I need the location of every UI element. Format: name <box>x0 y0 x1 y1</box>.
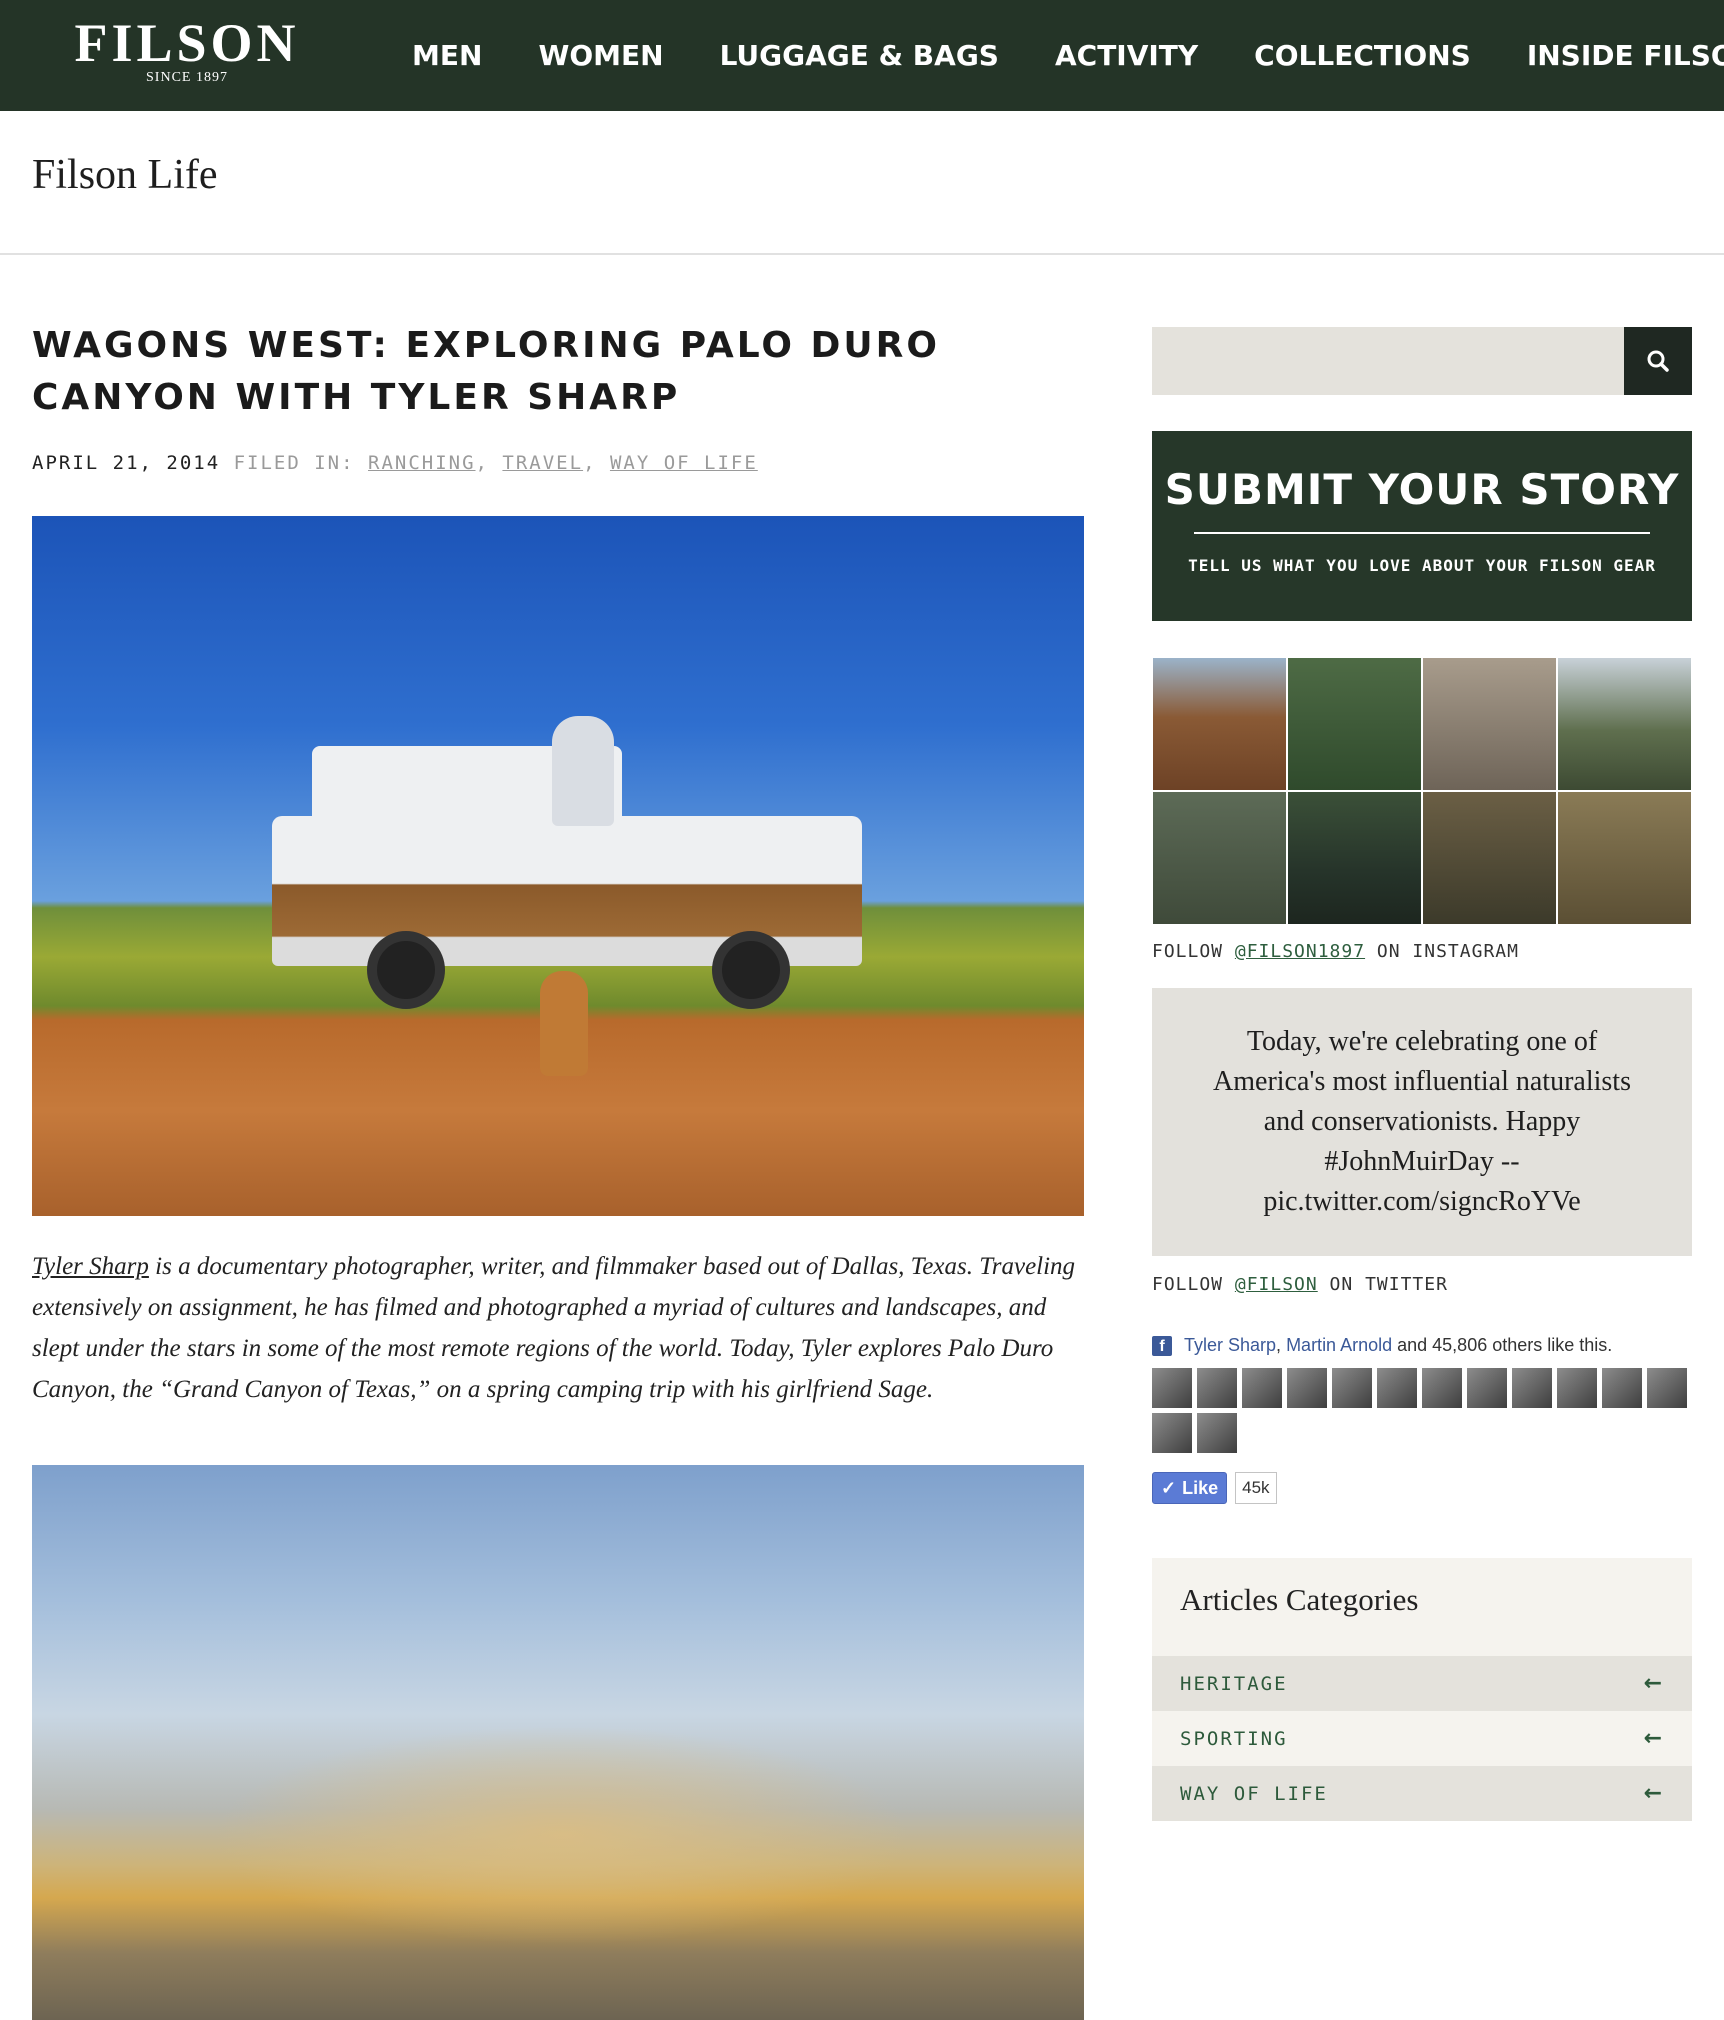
avatar[interactable] <box>1242 1368 1282 1408</box>
article-meta: APRIL 21, 2014 FILED IN: RANCHING, TRAVE… <box>32 452 1084 474</box>
twitter-handle-link[interactable]: @FILSON <box>1235 1274 1318 1295</box>
avatar[interactable] <box>1197 1413 1237 1453</box>
arrow-left-icon: ← <box>1643 1671 1664 1696</box>
category-link-travel[interactable]: TRAVEL <box>502 452 583 474</box>
follow-prefix: FOLLOW <box>1152 941 1235 962</box>
facebook-likes-line: f Tyler Sharp, Martin Arnold and 45,806 … <box>1152 1335 1692 1356</box>
sidebar: SUBMIT YOUR STORY TELL US WHAT YOU LOVE … <box>1152 327 1692 1821</box>
search-bar <box>1152 327 1692 395</box>
like-count: 45k <box>1235 1472 1277 1504</box>
filson-logo[interactable]: FILSON SINCE 1897 <box>32 14 342 94</box>
divider <box>1194 532 1650 534</box>
category-label: HERITAGE <box>1180 1672 1288 1695</box>
follow-suffix: ON TWITTER <box>1317 1274 1448 1295</box>
avatar[interactable] <box>1197 1368 1237 1408</box>
tweet-text: Today, we're celebrating one of America'… <box>1213 1026 1631 1217</box>
instagram-tile[interactable] <box>1152 657 1287 791</box>
category-link-way-of-life[interactable]: WAY OF LIFE <box>610 452 758 474</box>
article-title: WAGONS WEST: EXPLORING PALO DURO CANYON … <box>32 325 940 418</box>
avatar[interactable] <box>1152 1368 1192 1408</box>
section-title: Filson Life <box>32 152 218 198</box>
arrow-left-icon: ← <box>1643 1726 1664 1751</box>
avatar[interactable] <box>1467 1368 1507 1408</box>
avatar[interactable] <box>1152 1413 1192 1453</box>
avatar[interactable] <box>1377 1368 1417 1408</box>
category-item-heritage[interactable]: HERITAGE ← <box>1152 1656 1692 1711</box>
nav-men[interactable]: MEN <box>412 39 482 72</box>
author-link[interactable]: Tyler Sharp <box>32 1253 149 1280</box>
nav-luggage-bags[interactable]: LUGGAGE & BAGS <box>720 39 999 72</box>
separator: , <box>475 452 503 474</box>
avatar[interactable] <box>1602 1368 1642 1408</box>
avatar[interactable] <box>1647 1368 1687 1408</box>
avatar[interactable] <box>1422 1368 1462 1408</box>
follow-instagram: FOLLOW @FILSON1897 ON INSTAGRAM <box>1152 941 1692 962</box>
category-label: WAY OF LIFE <box>1180 1782 1328 1805</box>
nav-activity[interactable]: ACTIVITY <box>1055 39 1198 72</box>
intro-text: is a documentary photographer, writer, a… <box>32 1253 1076 1403</box>
follow-prefix: FOLLOW <box>1152 1274 1235 1295</box>
wagon-illustration <box>272 746 862 1009</box>
nav-inside-filson[interactable]: INSIDE FILSON <box>1527 39 1724 72</box>
nav-women[interactable]: WOMEN <box>538 39 663 72</box>
article-photo-dust-road <box>32 1465 1084 2020</box>
tweet-box[interactable]: Today, we're celebrating one of America'… <box>1152 988 1692 1256</box>
fb-friend-link[interactable]: Martin Arnold <box>1286 1335 1392 1355</box>
categories-title: Articles Categories <box>1180 1582 1419 1617</box>
avatar[interactable] <box>1287 1368 1327 1408</box>
main-nav: MEN WOMEN LUGGAGE & BAGS ACTIVITY COLLEC… <box>384 0 1724 111</box>
instagram-tile[interactable] <box>1557 791 1692 925</box>
instagram-tile[interactable] <box>1422 791 1557 925</box>
category-item-way-of-life[interactable]: WAY OF LIFE ← <box>1152 1766 1692 1821</box>
section-header: Filson Life <box>0 111 1724 255</box>
logo-wordmark: FILSON <box>74 13 300 73</box>
dust-cloud <box>212 1725 912 1945</box>
follow-twitter: FOLLOW @FILSON ON TWITTER <box>1152 1274 1692 1295</box>
category-list: HERITAGE ← SPORTING ← WAY OF LIFE ← <box>1152 1656 1692 1821</box>
instagram-grid <box>1152 657 1692 925</box>
instagram-tile[interactable] <box>1287 657 1422 791</box>
arrow-left-icon: ← <box>1643 1781 1664 1806</box>
article: WAGONS WEST: EXPLORING PALO DURO CANYON … <box>32 320 1084 2020</box>
instagram-tile[interactable] <box>1557 657 1692 791</box>
avatar[interactable] <box>1557 1368 1597 1408</box>
submit-story-subtitle: TELL US WHAT YOU LOVE ABOUT YOUR FILSON … <box>1188 556 1656 575</box>
wagon-wheel <box>712 931 790 1009</box>
search-icon <box>1647 350 1669 372</box>
avatar[interactable] <box>1332 1368 1372 1408</box>
search-input[interactable] <box>1152 327 1620 395</box>
person-on-roof <box>552 716 614 826</box>
submit-story-banner[interactable]: SUBMIT YOUR STORY TELL US WHAT YOU LOVE … <box>1152 431 1692 621</box>
avatar[interactable] <box>1512 1368 1552 1408</box>
instagram-handle-link[interactable]: @FILSON1897 <box>1235 941 1365 962</box>
facebook-friend-faces <box>1152 1368 1692 1458</box>
top-navigation-bar: FILSON SINCE 1897 MEN WOMEN LUGGAGE & BA… <box>0 0 1724 111</box>
facebook-like-row: ✓ Like 45k <box>1152 1472 1692 1504</box>
follow-suffix: ON INSTAGRAM <box>1365 941 1519 962</box>
checkmark-icon: ✓ <box>1161 1477 1177 1498</box>
instagram-tile[interactable] <box>1152 791 1287 925</box>
nav-collections[interactable]: COLLECTIONS <box>1254 39 1471 72</box>
facebook-like-button[interactable]: ✓ Like <box>1152 1472 1228 1504</box>
like-label: Like <box>1182 1477 1219 1498</box>
submit-story-title: SUBMIT YOUR STORY <box>1164 465 1680 514</box>
category-label: SPORTING <box>1180 1727 1288 1750</box>
wagon-wheel <box>367 931 445 1009</box>
instagram-tile[interactable] <box>1422 657 1557 791</box>
article-date: APRIL 21, 2014 <box>32 452 221 474</box>
filed-in-label: FILED IN: <box>233 452 355 474</box>
category-item-sporting[interactable]: SPORTING ← <box>1152 1711 1692 1766</box>
fb-friend-link[interactable]: Tyler Sharp <box>1184 1335 1276 1355</box>
article-photo-wagon <box>32 516 1084 1216</box>
instagram-tile[interactable] <box>1287 791 1422 925</box>
article-categories: Articles Categories HERITAGE ← SPORTING … <box>1152 1558 1692 1821</box>
fb-likes-text: and 45,806 others like this. <box>1392 1335 1613 1355</box>
separator: , <box>1276 1335 1287 1355</box>
category-link-ranching[interactable]: RANCHING <box>368 452 476 474</box>
dog <box>540 971 588 1076</box>
separator: , <box>583 452 610 474</box>
search-button[interactable] <box>1624 327 1692 395</box>
article-intro: Tyler Sharp is a documentary photographe… <box>32 1246 1084 1410</box>
facebook-icon: f <box>1152 1335 1172 1356</box>
